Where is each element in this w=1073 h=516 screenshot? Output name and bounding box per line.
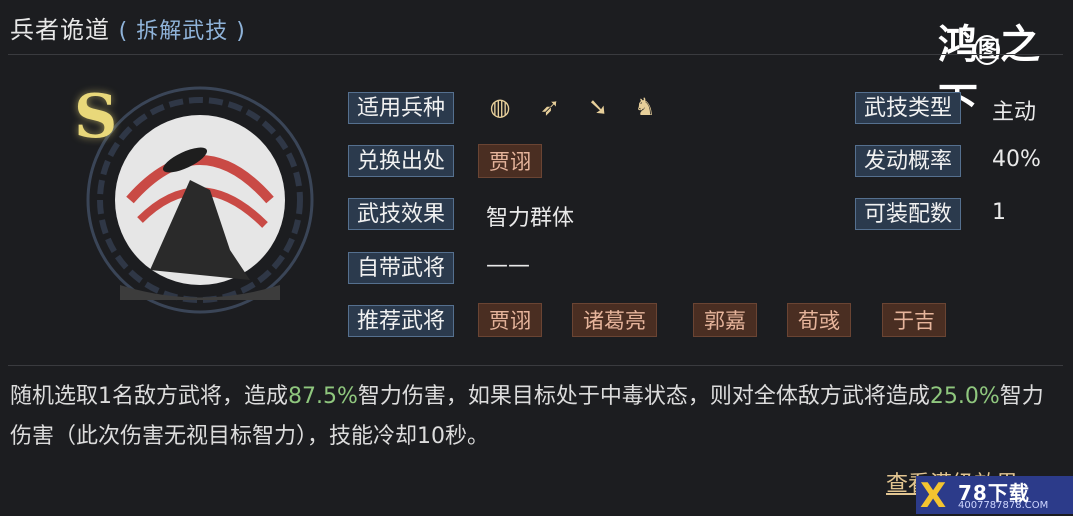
watermark-badge: X 78下载 4007787878.COM [916,476,1073,516]
recommend-tag-1[interactable]: 贾诩 [478,303,542,337]
equip-count-value: 1 [992,200,1006,225]
own-general-value: —— [486,253,530,278]
skill-description: 随机选取1名敌方武将，造成87.5%智力伤害，如果目标处于中毒状态，则对全体敌方… [10,384,1044,449]
recommend-tag-3[interactable]: 郭嘉 [693,303,757,337]
skill-name: 兵者诡道 [10,16,110,44]
effect-label: 武技效果 [348,198,455,230]
damage-pct-single: 87.5% [288,384,358,409]
game-logo: 鸿图之下 [938,21,1040,126]
damage-pct-all: 25.0% [929,384,1000,409]
bow-icon: ➶ [539,93,561,121]
recommend-tag-2[interactable]: 诸葛亮 [572,303,657,337]
skill-subtitle: ( 拆解武技 ) [118,19,246,44]
equip-count-label: 可装配数 [855,198,962,230]
skill-grade: S [74,82,118,152]
page-title: 兵者诡道 ( 拆解武技 ) [10,10,246,45]
shield-icon: ◍ [489,93,511,121]
recommend-tag-5[interactable]: 于吉 [882,303,946,337]
divider-top [8,54,1063,55]
trigger-rate-value: 40% [992,147,1041,172]
horse-icon: ♞ [634,93,656,121]
recommend-tag-4[interactable]: 荀彧 [787,303,851,337]
exchange-general-tag[interactable]: 贾诩 [478,144,542,178]
recommend-label: 推荐武将 [348,305,455,337]
spear-icon: ➘ [587,93,609,121]
skill-type-value: 主动 [992,100,1037,125]
skill-type-label: 武技类型 [855,92,962,124]
trigger-rate-label: 发动概率 [855,145,962,177]
divider-bottom [8,365,1063,366]
own-general-label: 自带武将 [348,252,455,284]
exchange-label: 兑换出处 [348,145,455,177]
effect-value: 智力群体 [486,206,575,231]
unit-type-label: 适用兵种 [348,92,455,124]
skill-panel: 兵者诡道 ( 拆解武技 ) 鸿图之下 S 适用兵种 兑换出处 武技效果 自带武将… [0,0,1073,516]
